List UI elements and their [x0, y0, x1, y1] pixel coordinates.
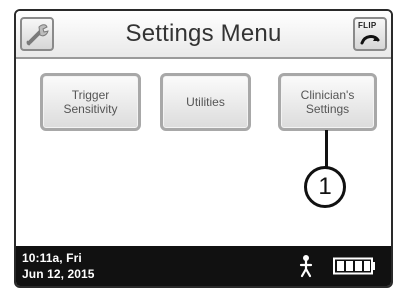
battery-icon	[333, 257, 375, 275]
status-bar: 10:11a, Fri Jun 12, 2015	[16, 246, 391, 286]
clinician-line-1: Clinician's	[300, 88, 355, 102]
flip-arrow-icon	[360, 35, 380, 45]
callout-line	[325, 130, 328, 167]
battery-fill-icon	[337, 261, 370, 271]
trigger-sensitivity-button[interactable]: Trigger Sensitivity	[40, 73, 141, 131]
status-time-day: 10:11a, Fri	[22, 251, 82, 265]
status-date: Jun 12, 2015	[22, 267, 95, 281]
trigger-line-2: Sensitivity	[63, 102, 118, 116]
flip-label: FLIP	[358, 21, 377, 30]
callout-marker: 1	[304, 166, 346, 208]
page-title: Settings Menu	[125, 20, 282, 47]
clinicians-settings-button[interactable]: Clinician's Settings	[278, 73, 377, 131]
wrench-icon-graphic	[26, 24, 49, 46]
trigger-line-1: Trigger	[71, 88, 110, 102]
settings-content: Trigger Sensitivity Utilities Clinician'…	[16, 59, 391, 249]
clinician-line-2: Settings	[305, 102, 350, 116]
utilities-label: Utilities	[186, 95, 225, 109]
clinicians-settings-label: Clinician's Settings	[301, 88, 355, 116]
utilities-button[interactable]: Utilities	[160, 73, 251, 131]
person-icon	[299, 255, 313, 278]
wrench-icon[interactable]	[20, 17, 54, 51]
device-screen: Settings Menu FLIP Trigger Sensitivity U…	[14, 9, 393, 288]
trigger-sensitivity-label: Trigger Sensitivity	[63, 88, 117, 116]
header-bar: Settings Menu FLIP	[16, 11, 391, 59]
flip-icon[interactable]: FLIP	[353, 17, 387, 51]
